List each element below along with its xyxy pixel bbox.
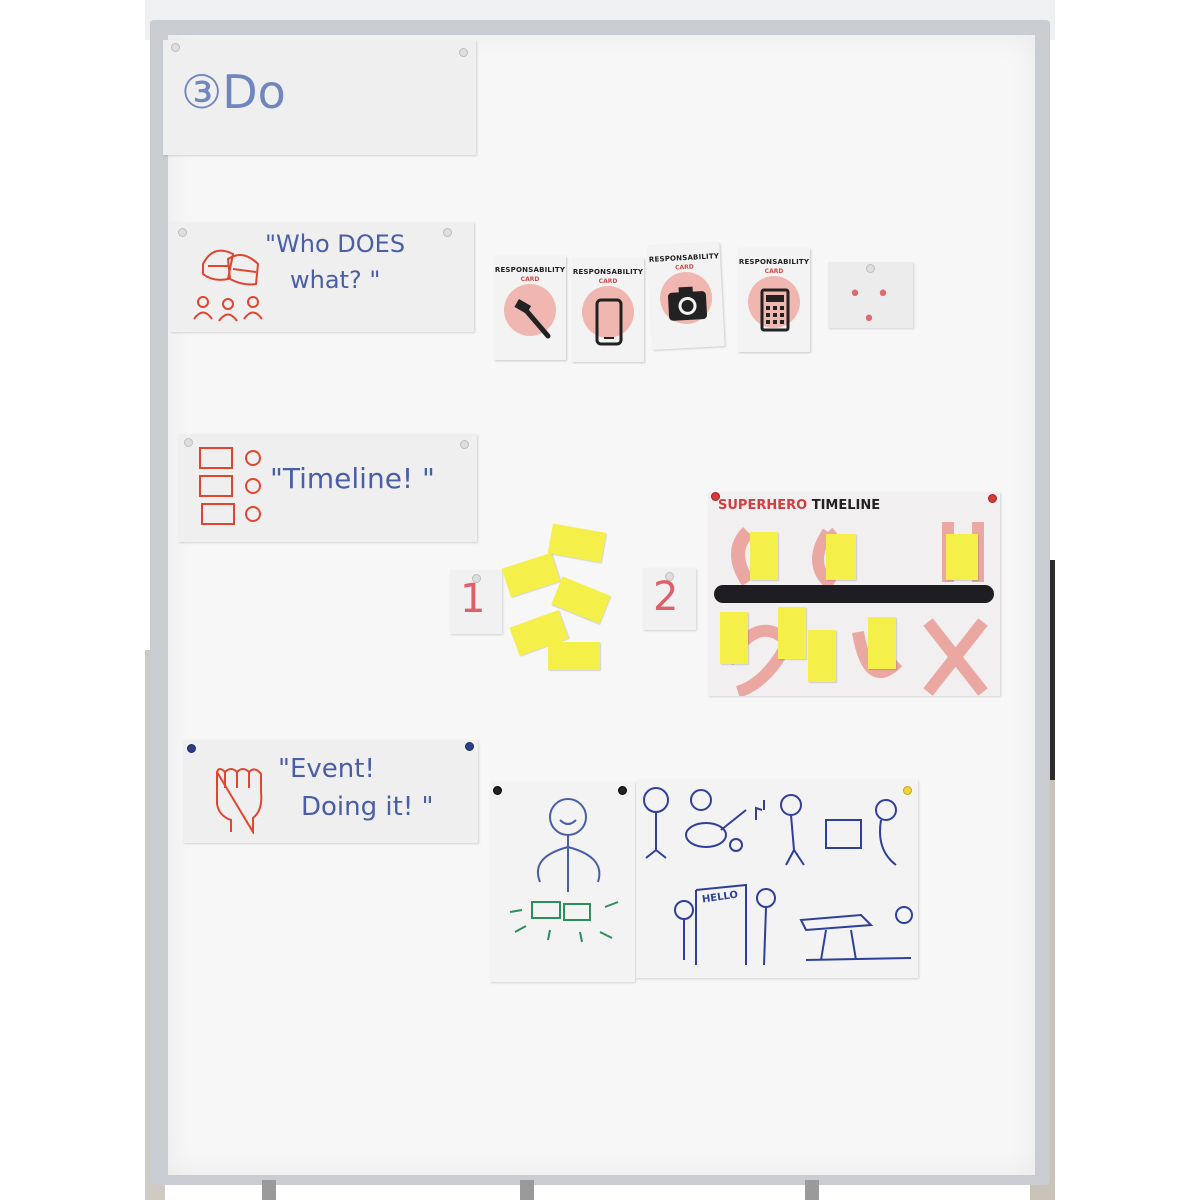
event-scene-drawing: HELLO	[636, 780, 918, 978]
card-subtitle: CARD	[764, 268, 784, 275]
board-leg	[262, 1180, 276, 1200]
card-title: RESPONSABILITY	[738, 258, 810, 266]
stick-figure-icon	[509, 798, 619, 943]
pin	[460, 440, 469, 449]
scene-sketch	[643, 787, 913, 966]
sticky-note[interactable]	[548, 642, 600, 670]
ellipsis-dots: • • •	[848, 282, 894, 332]
step-1-card[interactable]: 1	[450, 570, 502, 634]
timeline-paper: "Timeline! "	[178, 434, 477, 542]
pin	[184, 438, 193, 447]
camera-icon	[668, 286, 708, 321]
schedule-icon	[199, 447, 261, 525]
who-line-2: what? "	[290, 266, 381, 294]
responsibility-card[interactable]: RESPONSABILITY CARD	[494, 256, 566, 360]
timeline-text: "Timeline! "	[270, 462, 435, 495]
event-line-1: "Event!	[278, 754, 375, 784]
step-2-card[interactable]: 2	[643, 568, 696, 630]
sticky-note[interactable]	[778, 607, 806, 659]
card-subtitle: CARD	[598, 278, 618, 285]
pin	[443, 228, 452, 237]
timeline-title-red: SUPERHERO	[718, 498, 808, 513]
sticky-note[interactable]	[946, 534, 978, 580]
drummer-drawing	[490, 782, 635, 982]
step-1-number: 1	[460, 576, 486, 622]
responsibility-card[interactable]: RESPONSABILITY CARD	[647, 242, 725, 350]
sticky-note[interactable]	[808, 630, 836, 682]
sticky-note[interactable]	[750, 532, 778, 580]
board-leg	[520, 1180, 534, 1200]
card-title: RESPONSABILITY	[572, 268, 644, 276]
event-paper: "Event! Doing it! "	[183, 740, 478, 843]
pin	[866, 264, 875, 273]
responsibility-card[interactable]: RESPONSABILITY CARD	[738, 248, 810, 352]
superhero-timeline-poster: SUPERHERO TIMELINE	[708, 492, 1000, 696]
sticky-note[interactable]	[868, 617, 896, 669]
pin	[171, 43, 180, 52]
timeline-decoration	[714, 522, 994, 696]
board-leg	[805, 1180, 819, 1200]
heading-text: ③Do	[181, 65, 286, 119]
sticky-note[interactable]	[720, 612, 748, 664]
step-2-number: 2	[653, 574, 679, 620]
hard-hats-icon	[193, 249, 263, 322]
more-cards[interactable]: • • •	[828, 262, 913, 332]
card-title: RESPONSABILITY	[494, 266, 566, 274]
timeline-title: SUPERHERO TIMELINE	[718, 498, 880, 513]
pin	[459, 48, 468, 57]
card-subtitle: CARD	[520, 276, 540, 283]
calculator-icon	[760, 288, 790, 332]
heading-paper: ③Do	[163, 40, 476, 155]
pin	[178, 228, 187, 237]
hammer-icon	[514, 299, 551, 339]
event-line-2: Doing it! "	[301, 792, 434, 822]
sticky-note[interactable]	[826, 534, 856, 580]
phone-icon	[595, 298, 623, 346]
timeline-title-black: TIMELINE	[811, 498, 881, 513]
raised-fist-icon	[215, 768, 263, 834]
who-line-1: "Who DOES	[265, 230, 406, 258]
pin	[465, 742, 474, 751]
who-does-what-paper: "Who DOES what? "	[170, 222, 474, 332]
responsibility-card[interactable]: RESPONSABILITY CARD	[572, 258, 644, 362]
pin	[187, 744, 196, 753]
